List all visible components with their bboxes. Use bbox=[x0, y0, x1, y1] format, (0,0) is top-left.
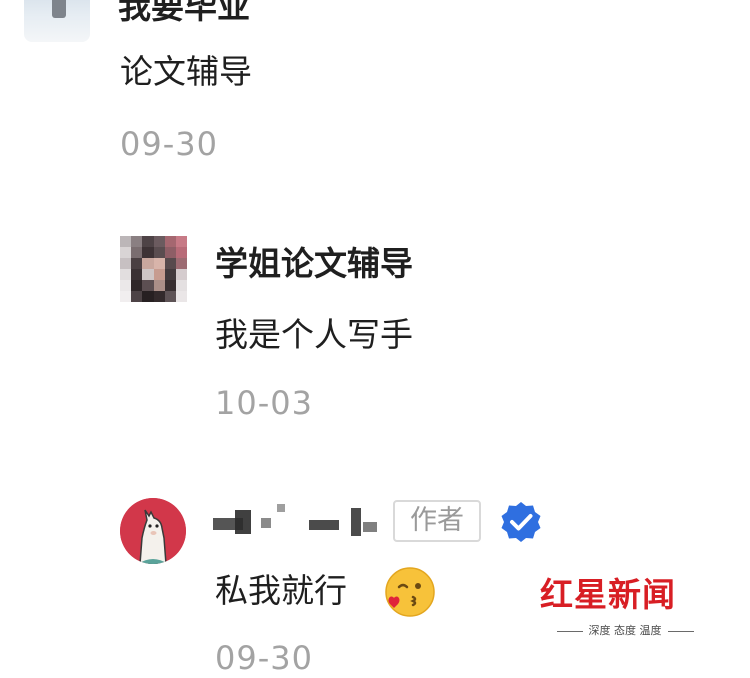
comment-text: 我是个人写手 bbox=[215, 315, 413, 354]
avatar-pixelated[interactable] bbox=[120, 236, 187, 302]
comment-date: 09-30 bbox=[215, 639, 313, 677]
alpaca-avatar-icon bbox=[120, 498, 186, 564]
username-redacted bbox=[213, 500, 385, 546]
comment-text: 论文辅导 bbox=[120, 52, 252, 91]
comment-date: 09-30 bbox=[120, 125, 218, 163]
comment-date: 10-03 bbox=[215, 384, 313, 422]
avatar-author[interactable] bbox=[120, 498, 186, 564]
verified-check-icon bbox=[501, 502, 541, 542]
watermark-slogan: 深度 态度 温度 bbox=[540, 624, 710, 638]
watermark-logo: 红星新闻 bbox=[540, 575, 676, 614]
author-badge: 作者 bbox=[393, 500, 481, 542]
comment-username[interactable]: 我要毕业 bbox=[118, 0, 250, 27]
kissing-wink-emoji-icon bbox=[385, 567, 435, 617]
comment-username[interactable]: 学姐论文辅导 bbox=[215, 244, 413, 284]
watermark: 红星新闻 深度 态度 温度 bbox=[540, 574, 710, 644]
avatar-figure bbox=[52, 0, 66, 18]
avatar[interactable] bbox=[24, 0, 90, 42]
comment-text: 私我就行 bbox=[215, 571, 347, 610]
